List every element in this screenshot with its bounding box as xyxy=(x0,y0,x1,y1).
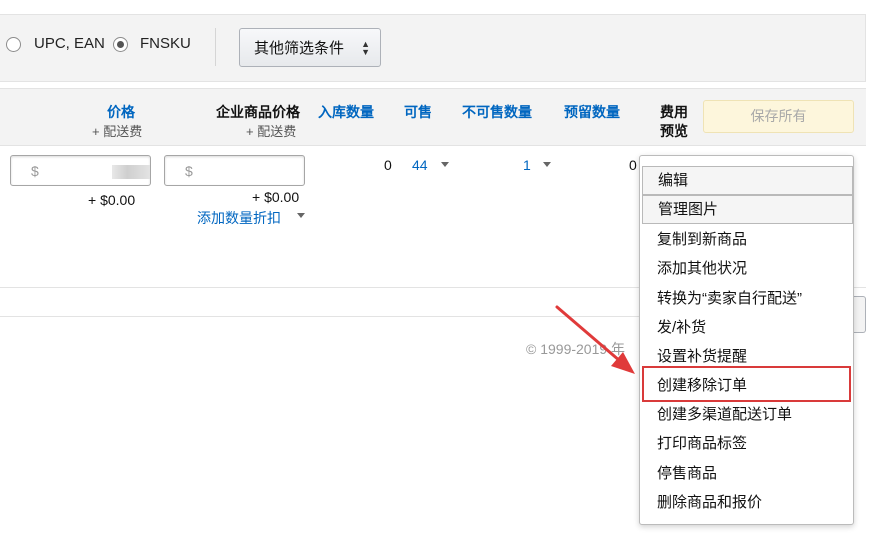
annotation-arrow-icon xyxy=(555,305,635,374)
